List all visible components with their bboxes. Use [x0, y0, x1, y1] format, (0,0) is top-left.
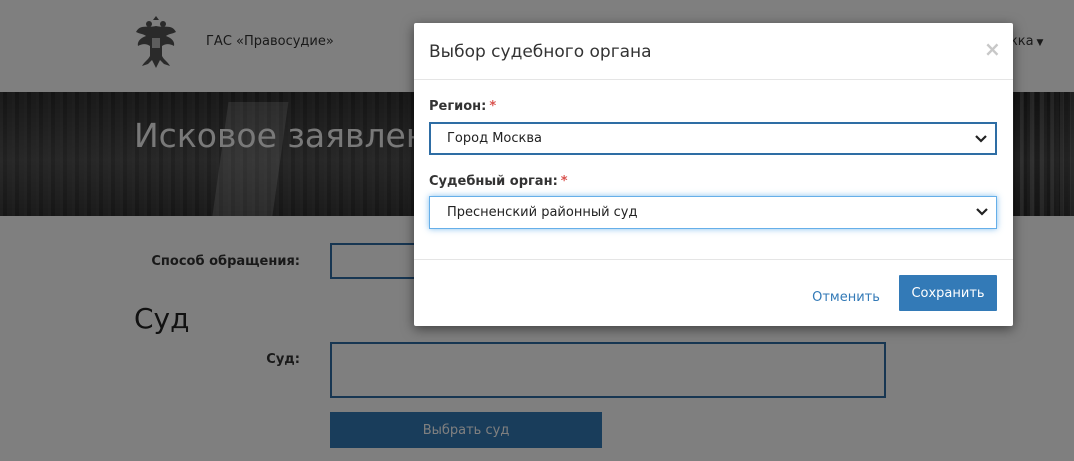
court-selection-modal: Выбор судебного органа × Регион: * Город … [414, 23, 1013, 326]
modal-title: Выбор судебного органа [429, 42, 652, 62]
region-label-text: Регион: [429, 99, 487, 114]
modal-header: Выбор судебного органа × [414, 23, 1013, 80]
modal-footer: Отменить Сохранить [414, 259, 1013, 326]
court-organ-selected-value: Пресненский районный суд [447, 205, 638, 220]
region-selected-value: Город Москва [447, 131, 543, 146]
court-organ-label: Судебный орган: * [429, 174, 568, 189]
court-organ-select[interactable]: Пресненский районный суд [429, 196, 997, 229]
required-mark: * [489, 99, 497, 114]
chevron-down-icon [975, 135, 987, 143]
save-button[interactable]: Сохранить [899, 275, 997, 311]
chevron-down-icon [976, 208, 988, 216]
cancel-button[interactable]: Отменить [806, 280, 886, 314]
region-label: Регион: * [429, 99, 496, 114]
region-select[interactable]: Город Москва [429, 122, 997, 155]
required-mark: * [560, 174, 568, 189]
court-organ-label-text: Судебный орган: [429, 174, 558, 189]
close-icon[interactable]: × [984, 37, 1001, 61]
